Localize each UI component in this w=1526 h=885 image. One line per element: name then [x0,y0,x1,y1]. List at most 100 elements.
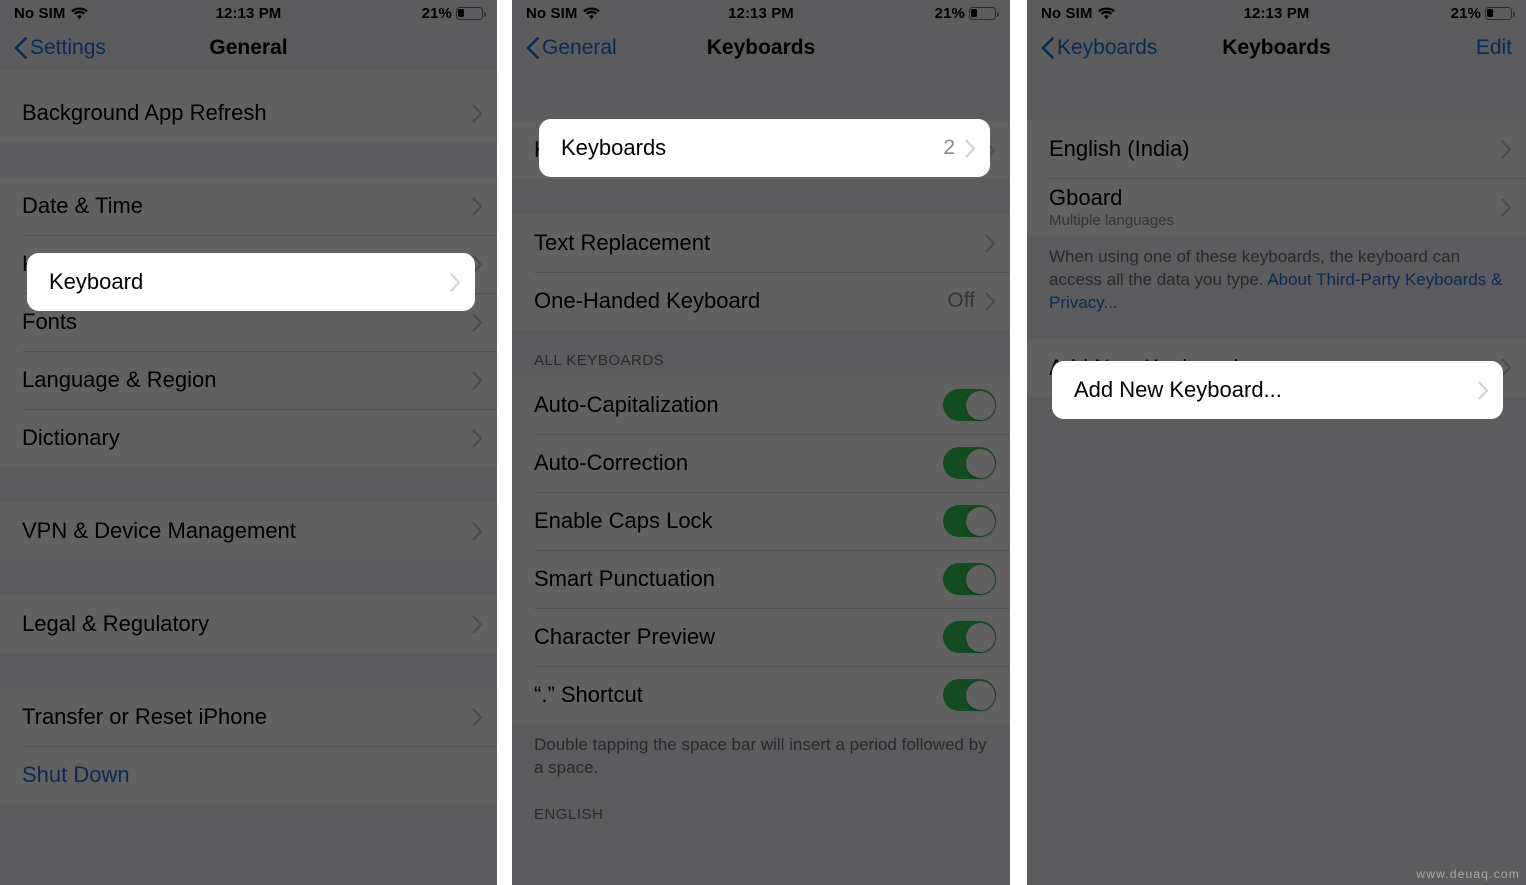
list-item-language-region[interactable]: Language & Region [0,351,497,409]
toggle-row-smart-punctuation[interactable]: Smart Punctuation [512,550,1010,608]
back-button-general[interactable]: General [526,36,617,60]
list-group-legal: Legal & Regulatory [0,595,497,653]
row-label: Text Replacement [534,230,711,255]
nav-bar-panel3: Keyboards Keyboards Edit [1027,26,1526,70]
toggle-auto-correction[interactable] [943,447,996,479]
highlight-keyboards-row[interactable]: Keyboards 2 [539,119,990,177]
wifi-icon [583,7,601,20]
chevron-left-icon [1041,37,1054,59]
settings-list-panel3: English (India) Gboard Multiple language… [1027,70,1526,397]
chevron-right-icon [472,521,483,541]
row-label: Fonts [22,309,78,334]
back-button-keyboards[interactable]: Keyboards [1041,36,1157,60]
chevron-right-icon [472,312,483,332]
row-label: Transfer or Reset iPhone [22,704,267,729]
status-right-group: 21% [1357,4,1515,22]
nav-bar-panel1: Settings General [0,26,497,70]
screenshot-stage: No SIM 12:13 PM 21% Settings General Bac… [0,0,1526,885]
panel-divider-2 [1010,0,1027,885]
chevron-left-icon [14,37,27,59]
list-item-vpn-device-management[interactable]: VPN & Device Management [0,502,497,560]
list-item-one-handed-keyboard[interactable]: One-Handed Keyboard Off [512,272,1010,330]
top-gap [512,70,1010,121]
list-item-background-app-refresh[interactable]: Background App Refresh [0,84,497,142]
toggle-smart-punctuation[interactable] [943,563,996,595]
row-label: VPN & Device Management [22,518,296,543]
phone-panel-general: No SIM 12:13 PM 21% Settings General Bac… [0,0,497,885]
settings-list-panel2: Keyboards 2 Text Replacement One-Handed … [512,70,1010,830]
toggle-row-period-shortcut[interactable]: “.” Shortcut [512,666,1010,724]
chevron-right-icon [472,614,483,634]
site-watermark: www.deuaq.com [1416,867,1520,881]
toggle-enable-caps-lock[interactable] [943,505,996,537]
chevron-right-icon [1478,380,1489,400]
row-label: Enable Caps Lock [534,508,713,533]
battery-icon [455,6,486,20]
highlighted-list-item-keyboards[interactable]: Keyboards 2 [539,119,990,177]
toggle-row-enable-caps-lock[interactable]: Enable Caps Lock [512,492,1010,550]
section-header-all-keyboards: ALL KEYBOARDS [534,352,665,369]
toggle-period-shortcut[interactable] [943,679,996,711]
wifi-icon [71,7,89,20]
status-left-group: No SIM [14,5,169,22]
list-item-transfer-reset-iphone[interactable]: Transfer or Reset iPhone [0,688,497,746]
edit-button[interactable]: Edit [1476,36,1512,60]
chevron-right-icon [965,138,976,158]
row-label: Shut Down [22,762,130,787]
chevron-right-icon [1501,139,1512,159]
nav-bar-panel2: General Keyboards [512,26,1010,70]
clock-label: 12:13 PM [1243,4,1310,22]
status-left-group: No SIM [1041,5,1196,22]
battery-icon [1484,6,1515,20]
toggle-auto-capitalization[interactable] [943,389,996,421]
highlighted-list-item-add-new-keyboard[interactable]: Add New Keyboard... [1052,361,1503,419]
back-button-label: Settings [30,36,106,59]
row-label: Auto-Capitalization [534,392,719,417]
list-group-datetime-keyboard: Date & Time Keyboard Fonts Language & Re… [0,177,497,467]
battery-percent-label: 21% [421,4,452,22]
toggle-row-auto-capitalization[interactable]: Auto-Capitalization [512,376,1010,434]
settings-list-panel1: Background App Refresh Date & Time Keybo… [0,70,497,804]
chevron-right-icon [472,370,483,390]
status-bar-panel1: No SIM 12:13 PM 21% [0,0,497,26]
wifi-icon [1098,7,1116,20]
status-bar-panel2: No SIM 12:13 PM 21% [512,0,1010,26]
list-item-legal-regulatory[interactable]: Legal & Regulatory [0,595,497,653]
list-item-english-india[interactable]: English (India) [1027,120,1526,178]
list-item-gboard[interactable]: Gboard Multiple languages [1027,178,1526,236]
list-item-date-time[interactable]: Date & Time [0,177,497,235]
row-label: Auto-Correction [534,450,689,475]
list-item-text-replacement[interactable]: Text Replacement [512,214,1010,272]
highlighted-list-item-keyboard[interactable]: Keyboard [27,253,475,311]
panel-divider-1 [497,0,512,885]
back-button-settings[interactable]: Settings [14,36,106,60]
list-group-toggles: Auto-Capitalization Auto-Correction Enab… [512,376,1010,724]
list-item-dictionary[interactable]: Dictionary [0,409,497,467]
status-right-group: 21% [841,5,999,22]
battery-percent-label: 21% [1450,4,1481,22]
chevron-right-icon [985,233,996,253]
chevron-right-icon [472,103,483,123]
list-group-transfer-shutdown: Transfer or Reset iPhone Shut Down [0,688,497,804]
chevron-right-icon [472,707,483,727]
row-label: Date & Time [22,193,144,218]
toggle-row-auto-correction[interactable]: Auto-Correction [512,434,1010,492]
footer-note-privacy: When using one of these keyboards, the k… [1027,236,1526,315]
highlight-add-new-keyboard-row[interactable]: Add New Keyboard... [1052,361,1503,419]
row-text: English (India) [1049,136,1501,162]
chevron-right-icon [985,291,996,311]
list-item-shut-down[interactable]: Shut Down [0,746,497,804]
highlight-keyboard-row[interactable]: Keyboard [27,253,475,311]
row-subtitle: Multiple languages [1049,212,1175,229]
toggle-character-preview[interactable] [943,621,996,653]
toggle-row-character-preview[interactable]: Character Preview [512,608,1010,666]
chevron-left-icon [526,37,539,59]
chevron-right-icon [472,428,483,448]
chevron-right-icon [450,272,461,292]
status-right-group: 21% [328,4,486,22]
